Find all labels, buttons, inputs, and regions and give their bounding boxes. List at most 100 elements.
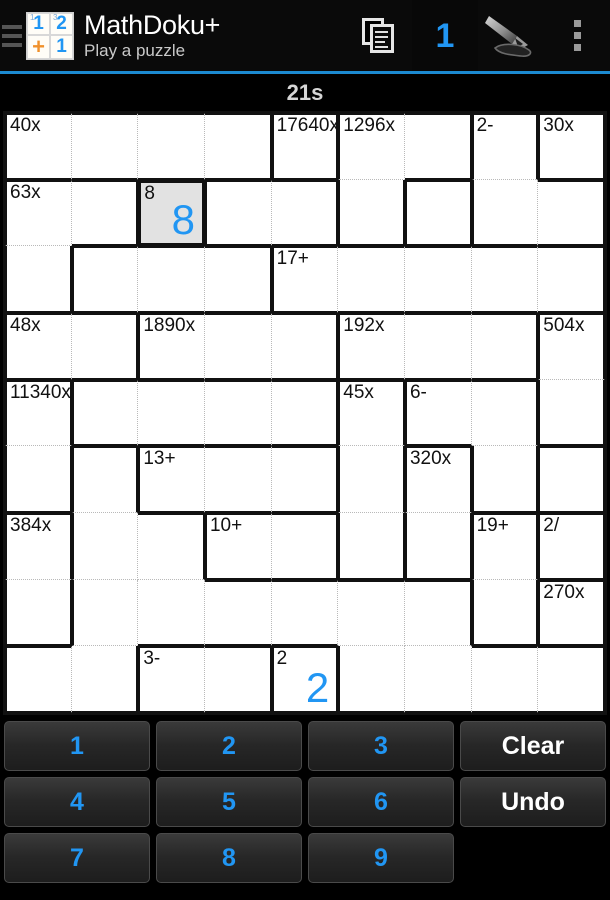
grid-cell-r8-c6[interactable] xyxy=(338,579,405,647)
grid-cell-r2-c5[interactable] xyxy=(271,179,339,247)
grid-cell-r3-c7[interactable] xyxy=(404,246,472,313)
grid-cell-r2-c9[interactable] xyxy=(538,179,605,247)
grid-cell-r9-c2[interactable] xyxy=(71,646,139,713)
keypad-key-clear[interactable]: Clear xyxy=(460,721,606,771)
grid-cell-r7-c1[interactable]: 384x xyxy=(5,512,72,580)
grid-cell-r3-c4[interactable] xyxy=(204,246,272,313)
grid-cell-r4-c6[interactable]: 192x xyxy=(338,312,405,380)
keypad-key-4[interactable]: 4 xyxy=(4,777,150,827)
keypad-key-9[interactable]: 9 xyxy=(308,833,454,883)
grid-cell-r7-c8[interactable]: 19+ xyxy=(471,512,539,580)
grid-cell-r8-c3[interactable] xyxy=(138,579,205,647)
grid-cell-r1-c3[interactable] xyxy=(138,113,205,180)
grid-cell-r8-c5[interactable] xyxy=(271,579,339,647)
grid-cell-r5-c9[interactable] xyxy=(538,379,605,447)
grid-cell-r7-c5[interactable] xyxy=(271,512,339,580)
grid-cell-r7-c2[interactable] xyxy=(71,512,139,580)
grid-cell-r6-c7[interactable]: 320x xyxy=(404,446,472,513)
grid-cell-r8-c2[interactable] xyxy=(71,579,139,647)
puzzle-grid[interactable]: 40x 17640x 1296x 2- 30x 63x 8 8 17+ 48x 1890x 192x 5… xyxy=(5,113,605,713)
grid-cell-r3-c1[interactable] xyxy=(5,246,72,313)
grid-cell-r4-c9[interactable]: 504x xyxy=(538,312,605,380)
grid-cell-r4-c1[interactable]: 48x xyxy=(5,312,72,380)
keypad-key-undo[interactable]: Undo xyxy=(460,777,606,827)
copy-puzzle-button[interactable] xyxy=(346,0,412,71)
grid-cell-r5-c2[interactable] xyxy=(71,379,139,447)
grid-cell-r3-c9[interactable] xyxy=(538,246,605,313)
grid-cell-r7-c3[interactable] xyxy=(138,512,205,580)
grid-cell-r1-c4[interactable] xyxy=(204,113,272,180)
grid-cell-r7-c9[interactable]: 2/ xyxy=(538,512,605,580)
grid-cell-r4-c3[interactable]: 1890x xyxy=(138,312,205,380)
grid-cell-r4-c2[interactable] xyxy=(71,312,139,380)
pen-mode-button[interactable] xyxy=(478,0,544,71)
grid-cell-r1-c1[interactable]: 40x xyxy=(5,113,72,180)
grid-cell-r3-c3[interactable] xyxy=(138,246,205,313)
grid-cell-r7-c7[interactable] xyxy=(404,512,472,580)
keypad-key-3[interactable]: 3 xyxy=(308,721,454,771)
grid-cell-r3-c5[interactable]: 17+ xyxy=(271,246,339,313)
grid-cell-r7-c4[interactable]: 10+ xyxy=(204,512,272,580)
grid-cell-r6-c2[interactable] xyxy=(71,446,139,513)
grid-cell-r2-c6[interactable] xyxy=(338,179,405,247)
grid-cell-r9-c8[interactable] xyxy=(471,646,539,713)
grid-cell-r6-c3[interactable]: 13+ xyxy=(138,446,205,513)
grid-cell-r7-c6[interactable] xyxy=(338,512,405,580)
grid-cell-r4-c7[interactable] xyxy=(404,312,472,380)
grid-cell-r5-c5[interactable] xyxy=(271,379,339,447)
grid-cell-r2-c4[interactable] xyxy=(204,179,272,247)
grid-cell-r9-c1[interactable] xyxy=(5,646,72,713)
grid-cell-r5-c1[interactable]: 11340x xyxy=(5,379,72,447)
grid-cell-r4-c8[interactable] xyxy=(471,312,539,380)
grid-cell-r6-c1[interactable] xyxy=(5,446,72,513)
grid-cell-r2-c7[interactable] xyxy=(404,179,472,247)
menu-icon[interactable] xyxy=(2,24,24,47)
grid-cell-r5-c3[interactable] xyxy=(138,379,205,447)
grid-cell-r5-c4[interactable] xyxy=(204,379,272,447)
grid-cell-r3-c6[interactable] xyxy=(338,246,405,313)
grid-cell-r8-c8[interactable] xyxy=(471,579,539,647)
grid-cell-r2-c8[interactable] xyxy=(471,179,539,247)
grid-cell-r6-c8[interactable] xyxy=(471,446,539,513)
app-logo-superscript-2: 3 xyxy=(53,12,58,22)
grid-cell-r1-c8[interactable]: 2- xyxy=(471,113,539,180)
keypad-key-2[interactable]: 2 xyxy=(156,721,302,771)
grid-cell-r5-c8[interactable] xyxy=(471,379,539,447)
overflow-menu-button[interactable] xyxy=(544,0,610,71)
grid-cell-r6-c5[interactable] xyxy=(271,446,339,513)
grid-cell-r1-c9[interactable]: 30x xyxy=(538,113,605,180)
grid-cell-r2-c2[interactable] xyxy=(71,179,139,247)
cage-label: 17+ xyxy=(276,248,309,270)
grid-cell-r9-c7[interactable] xyxy=(404,646,472,713)
keypad-key-5[interactable]: 5 xyxy=(156,777,302,827)
grid-cell-r3-c8[interactable] xyxy=(471,246,539,313)
grid-cell-r2-c1[interactable]: 63x xyxy=(5,179,72,247)
grid-cell-r9-c4[interactable] xyxy=(204,646,272,713)
grid-cell-r4-c4[interactable] xyxy=(204,312,272,380)
grid-cell-r1-c5[interactable]: 17640x xyxy=(271,113,339,180)
grid-cell-r9-c3[interactable]: 3- xyxy=(138,646,205,713)
grid-cell-r9-c9[interactable] xyxy=(538,646,605,713)
keypad-key-6[interactable]: 6 xyxy=(308,777,454,827)
grid-cell-selected[interactable]: 88 xyxy=(138,179,205,247)
grid-cell-r8-c4[interactable] xyxy=(204,579,272,647)
grid-cell-r8-c7[interactable] xyxy=(404,579,472,647)
grid-cell-r5-c6[interactable]: 45x xyxy=(338,379,405,447)
grid-cell-r1-c6[interactable]: 1296x xyxy=(338,113,405,180)
grid-cell-r8-c1[interactable] xyxy=(5,579,72,647)
grid-cell-r8-c9[interactable]: 270x xyxy=(538,579,605,647)
grid-cell-r1-c2[interactable] xyxy=(71,113,139,180)
grid-cell-r4-c5[interactable] xyxy=(271,312,339,380)
keypad-key-7[interactable]: 7 xyxy=(4,833,150,883)
grid-cell-r5-c7[interactable]: 6- xyxy=(404,379,472,447)
keypad-key-1[interactable]: 1 xyxy=(4,721,150,771)
grid-cell-r6-c4[interactable] xyxy=(204,446,272,513)
grid-cell-r1-c7[interactable] xyxy=(404,113,472,180)
grid-cell-r9-c6[interactable] xyxy=(338,646,405,713)
grid-cell-r3-c2[interactable] xyxy=(71,246,139,313)
keypad-key-8[interactable]: 8 xyxy=(156,833,302,883)
grid-cell-r9-c5[interactable]: 22 xyxy=(271,646,339,713)
digit-mode-button[interactable]: 1 xyxy=(412,0,478,71)
grid-cell-r6-c9[interactable] xyxy=(538,446,605,513)
grid-cell-r6-c6[interactable] xyxy=(338,446,405,513)
